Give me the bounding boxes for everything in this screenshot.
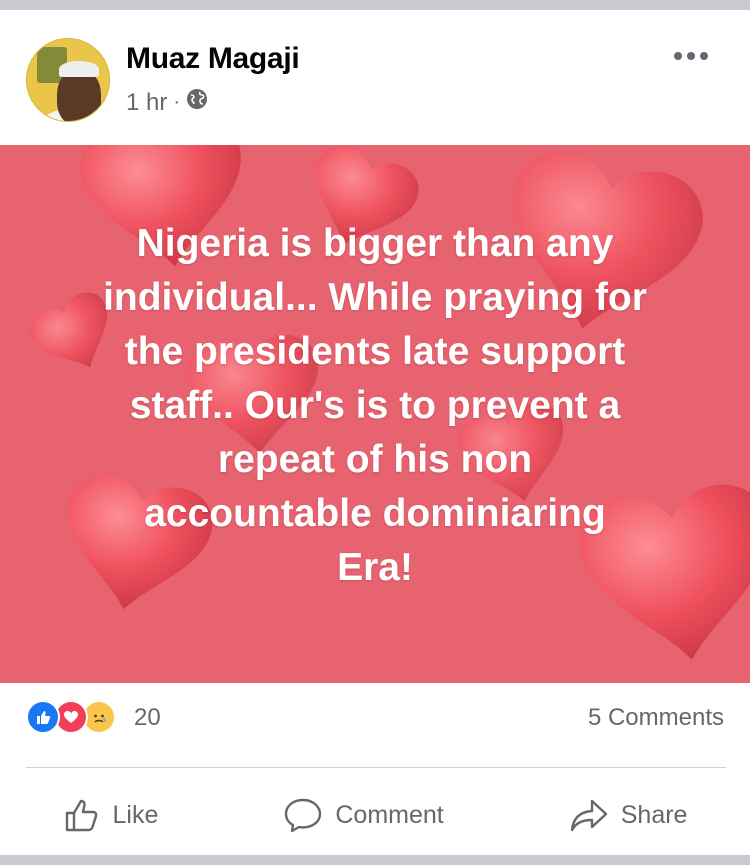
comments-count[interactable]: 5 Comments bbox=[588, 704, 724, 732]
more-dot-icon bbox=[674, 52, 682, 60]
post-message: Nigeria is bigger than any individual...… bbox=[103, 222, 647, 589]
meta-separator: · bbox=[173, 91, 181, 113]
reaction-count[interactable]: 20 bbox=[134, 704, 161, 732]
comment-label: Comment bbox=[335, 800, 444, 829]
more-dot-icon bbox=[687, 52, 695, 60]
comment-button[interactable]: Comment bbox=[269, 788, 457, 842]
reactions-bar: 20 5 Comments bbox=[0, 700, 750, 760]
more-dot-icon bbox=[700, 52, 708, 60]
globe-icon bbox=[186, 88, 208, 117]
more-options-button[interactable] bbox=[674, 46, 712, 66]
share-arrow-icon bbox=[569, 797, 609, 833]
post-meta: 1 hr · bbox=[126, 88, 208, 117]
author-name[interactable]: Muaz Magaji bbox=[126, 42, 300, 76]
share-button[interactable]: Share bbox=[555, 789, 702, 841]
divider bbox=[26, 767, 726, 768]
post-header: Muaz Magaji 1 hr · bbox=[0, 10, 750, 140]
like-reaction-icon bbox=[26, 700, 60, 734]
post-card: Muaz Magaji 1 hr · Nigeria is bigger tha… bbox=[0, 10, 750, 855]
action-bar: Like Comment Share bbox=[0, 780, 750, 850]
thumbs-up-icon bbox=[63, 796, 101, 834]
share-label: Share bbox=[620, 800, 688, 829]
avatar-cap bbox=[59, 61, 99, 77]
comment-bubble-icon bbox=[283, 796, 323, 834]
post-time[interactable]: 1 hr bbox=[126, 89, 167, 117]
avatar[interactable] bbox=[26, 38, 110, 122]
reaction-icons[interactable] bbox=[26, 700, 116, 734]
like-label: Like bbox=[112, 800, 159, 829]
like-button[interactable]: Like bbox=[49, 788, 173, 842]
post-background-banner: Nigeria is bigger than any individual...… bbox=[0, 145, 750, 683]
